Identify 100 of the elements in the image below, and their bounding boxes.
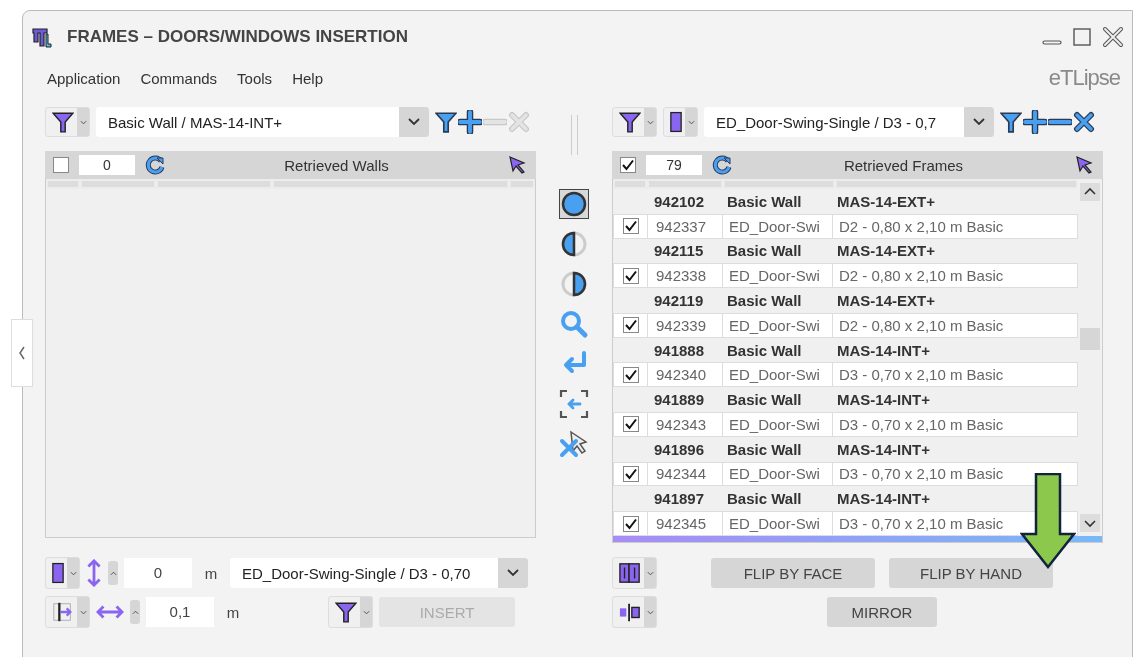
window-title: FRAMES – DOORS/WINDOWS INSERTION xyxy=(67,27,408,47)
brand-logo: eTLipse xyxy=(1048,65,1120,91)
checkbox[interactable] xyxy=(622,317,639,334)
table-cell-text: Basic Wall xyxy=(726,391,803,409)
chevron-down-icon xyxy=(408,118,420,126)
table-row[interactable]: 942344 ED_Door-Swi D3 - 0,70 x 2,10 m Basic xyxy=(613,461,1078,487)
refresh-icon[interactable] xyxy=(712,155,732,175)
refresh-icon[interactable] xyxy=(145,155,165,175)
checkbox[interactable] xyxy=(622,267,639,284)
bracket-arrow-icon[interactable] xyxy=(559,389,589,419)
checkbox[interactable] xyxy=(622,218,639,235)
cursor-icon[interactable] xyxy=(1075,155,1095,175)
checkbox[interactable] xyxy=(622,515,639,532)
scroll-down-icon[interactable] xyxy=(1080,514,1100,532)
double-door-icon xyxy=(619,562,641,584)
table-row[interactable]: 942345 ED_Door-Swi D3 - 0,70 x 2,10 m Basic xyxy=(613,511,1078,536)
caret-icon xyxy=(687,119,695,125)
table-cell-text: D2 - 0,80 x 2,10 m Basic xyxy=(838,217,1005,235)
checkbox[interactable] xyxy=(53,157,69,173)
table-cell-text: 942119 xyxy=(653,292,705,309)
add-icon[interactable] xyxy=(1023,110,1047,134)
frame-filter-dropdown[interactable]: ED_Door-Swing-Single / D3 - 0,7 xyxy=(704,107,994,137)
filter-dropdown-button[interactable] xyxy=(328,596,373,628)
table-cell-text: MAS-14-INT+ xyxy=(836,490,931,508)
vertical-offset-field[interactable]: 0 xyxy=(124,558,192,588)
flip-dropdown-button[interactable] xyxy=(612,557,657,589)
flip-by-face-button[interactable]: FLIP BY FACE xyxy=(711,558,875,588)
table-cell: ED_Door-Swi xyxy=(723,462,833,486)
filter-icon xyxy=(619,111,641,133)
unit-label: m xyxy=(225,603,241,621)
frame-type-dropdown-button[interactable] xyxy=(663,107,698,137)
table-cell-text: Basic Wall xyxy=(726,440,803,458)
table-cell-text: MAS-14-EXT+ xyxy=(836,242,936,260)
table-cell: 942345 xyxy=(648,512,723,535)
cursor-cross-icon[interactable] xyxy=(559,429,589,459)
filter-icon[interactable] xyxy=(1000,111,1022,133)
full-circle-icon[interactable] xyxy=(559,189,589,219)
down-arrow-annotation-icon xyxy=(1020,473,1076,569)
vertical-arrow-icon xyxy=(86,559,102,587)
table-row[interactable]: 942343 ED_Door-Swi D3 - 0,70 x 2,10 m Basic xyxy=(613,412,1078,437)
table-cell-text: MAS-14-INT+ xyxy=(836,341,931,359)
wall-filter-dropdown[interactable]: Basic Wall / MAS-14-INT+ xyxy=(96,107,429,137)
table-cell-text: MAS-14-INT+ xyxy=(836,391,931,409)
table-title: Retrieved Walls xyxy=(283,156,390,174)
caret-up-icon xyxy=(131,609,139,615)
chevron-down-icon xyxy=(973,118,985,126)
scroll-up-icon[interactable] xyxy=(1080,183,1100,201)
table-row[interactable]: 942340 ED_Door-Swi D3 - 0,70 x 2,10 m Basic xyxy=(613,362,1078,388)
menu-item[interactable]: Help xyxy=(292,69,323,87)
filter-dropdown-button[interactable] xyxy=(612,107,657,137)
checkbox[interactable] xyxy=(622,416,639,433)
table-cell: ED_Door-Swi xyxy=(723,413,833,436)
table-cell: 942339 xyxy=(648,313,723,337)
maximize-icon[interactable] xyxy=(1072,27,1092,47)
flip-by-hand-button[interactable]: FLIP BY HAND xyxy=(889,558,1053,588)
offset-dropdown-button[interactable] xyxy=(45,596,90,628)
table-cell: 942338 xyxy=(648,264,723,288)
menu-item[interactable]: Commands xyxy=(140,69,218,87)
door-panel-icon xyxy=(670,111,682,133)
checkbox[interactable] xyxy=(622,366,639,383)
count-field: 79 xyxy=(646,155,702,175)
table-cell-text: 941896 xyxy=(653,440,706,458)
table-cell-text: Basic Wall xyxy=(726,192,803,210)
checkbox[interactable] xyxy=(622,466,639,482)
table-cell-text: 941888 xyxy=(653,341,706,359)
frame-type-dropdown-button[interactable] xyxy=(45,557,80,589)
menu-item[interactable]: Tools xyxy=(237,69,273,87)
close-icon[interactable] xyxy=(1102,26,1124,48)
table-row[interactable]: 942338 ED_Door-Swi D2 - 0,80 x 2,10 m Basic xyxy=(613,263,1078,289)
table-cell-text: 942115 xyxy=(653,242,705,260)
filter-icon[interactable] xyxy=(435,111,457,133)
table-cell-text: MAS-14-EXT+ xyxy=(836,292,936,309)
table-row[interactable]: 942339 ED_Door-Swi D2 - 0,80 x 2,10 m Basic xyxy=(613,312,1078,338)
app-logo-icon xyxy=(31,26,53,48)
checkbox[interactable] xyxy=(620,157,636,173)
horizontal-offset-field[interactable]: 0,1 xyxy=(146,597,214,627)
table-cell-text: D3 - 0,70 x 2,10 m Basic xyxy=(838,366,1005,384)
table-cell-text: D3 - 0,70 x 2,10 m Basic xyxy=(838,415,1005,433)
half-circle-left-icon[interactable] xyxy=(559,229,589,259)
table-cell-text: Basic Wall xyxy=(726,490,803,508)
mirror-dropdown-button[interactable] xyxy=(612,596,657,628)
table-cell-text: 942102 xyxy=(653,192,706,210)
filter-dropdown-button[interactable] xyxy=(45,107,90,137)
menu-item[interactable]: Application xyxy=(47,69,121,87)
table-cell: 942343 xyxy=(648,413,723,436)
table-cell: ED_Door-Swi xyxy=(723,264,833,288)
mirror-button[interactable]: MIRROR xyxy=(827,597,937,627)
table-cell: 942340 xyxy=(648,363,723,387)
table-cell: ED_Door-Swi xyxy=(723,363,833,387)
clear-icon[interactable] xyxy=(1073,111,1095,133)
splitter-handle[interactable] xyxy=(570,115,578,155)
cursor-icon[interactable] xyxy=(508,155,528,175)
half-circle-right-icon[interactable] xyxy=(559,269,589,299)
caret-icon xyxy=(69,570,77,576)
table-row[interactable]: 942337 ED_Door-Swi D2 - 0,80 x 2,10 m Basic xyxy=(613,213,1078,239)
scroll-thumb[interactable] xyxy=(1080,328,1100,350)
family-type-dropdown[interactable]: ED_Door-Swing-Single / D3 - 0,70 xyxy=(230,558,528,588)
table-cell: ED_Door-Swi xyxy=(723,214,833,238)
caret-icon xyxy=(646,570,654,576)
add-icon[interactable] xyxy=(458,110,482,134)
